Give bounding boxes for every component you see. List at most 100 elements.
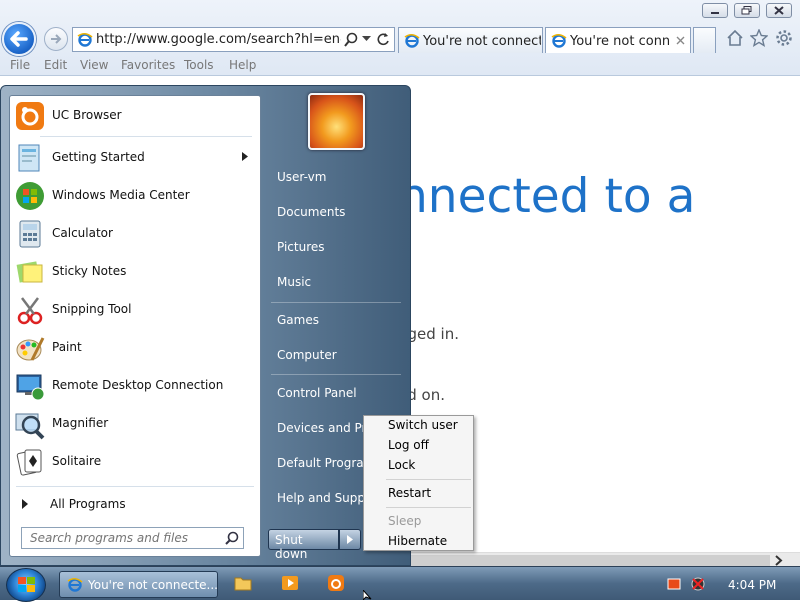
scroll-right-icon[interactable] [774, 555, 784, 566]
menu-item-log-off[interactable]: Log off [388, 438, 429, 452]
right-item-user[interactable]: User-vm [269, 162, 407, 192]
divider [40, 136, 252, 137]
start-menu: UC Browser Getting Started Windows Media… [0, 85, 411, 566]
right-item-music[interactable]: Music [269, 267, 407, 297]
start-search-box[interactable] [21, 527, 244, 549]
program-sticky-notes[interactable]: Sticky Notes [10, 253, 260, 289]
minimize-icon [711, 12, 719, 14]
scrollbar-thumb[interactable] [410, 555, 770, 566]
ie-icon [77, 33, 93, 47]
right-item-label: Computer [277, 348, 337, 362]
new-tab-button[interactable] [693, 27, 716, 53]
programs-panel: UC Browser Getting Started Windows Media… [9, 95, 261, 557]
network-disconnected-icon[interactable] [690, 577, 706, 592]
all-programs-button[interactable]: All Programs [18, 493, 254, 515]
program-solitaire[interactable]: Solitaire [10, 443, 260, 479]
restore-icon [741, 6, 752, 15]
restore-button[interactable] [734, 3, 760, 18]
program-paint[interactable]: Paint [10, 329, 260, 365]
solitaire-icon [16, 449, 42, 476]
menu-favorites[interactable]: Favorites [121, 58, 175, 72]
program-label: Magnifier [52, 416, 109, 430]
minimize-button[interactable] [702, 3, 728, 18]
right-item-devices-printers[interactable]: Devices and Printers [269, 413, 363, 443]
address-bar[interactable]: http://www.google.com/search?hl=en&q=wi [72, 27, 395, 52]
right-item-documents[interactable]: Documents [269, 197, 407, 227]
program-magnifier[interactable]: Magnifier [10, 405, 260, 441]
submenu-arrow-icon [242, 152, 248, 161]
menu-item-lock[interactable]: Lock [388, 458, 415, 472]
shutdown-options-button[interactable] [339, 529, 361, 550]
menu-item-hibernate[interactable]: Hibernate [388, 534, 447, 548]
back-button[interactable] [2, 22, 36, 56]
menu-view[interactable]: View [80, 58, 108, 72]
user-avatar[interactable] [308, 93, 365, 150]
start-button[interactable] [6, 568, 46, 602]
menu-file[interactable]: File [10, 58, 30, 72]
shutdown-button[interactable]: Shut down [268, 529, 339, 561]
favorites-star-icon[interactable] [750, 29, 768, 47]
right-item-computer[interactable]: Computer [269, 340, 407, 370]
program-label: UC Browser [52, 108, 122, 122]
paint-icon [16, 337, 45, 361]
right-item-control-panel[interactable]: Control Panel [269, 378, 407, 408]
close-tab-icon[interactable] [676, 36, 685, 45]
ie-icon [404, 34, 420, 48]
shutdown-label: Shut down [275, 533, 308, 561]
menu-edit[interactable]: Edit [44, 58, 67, 72]
menu-item-switch-user[interactable]: Switch user [388, 418, 458, 432]
search-icon[interactable] [225, 531, 239, 545]
gear-icon[interactable] [775, 29, 793, 47]
menu-bar: File Edit View Favorites Tools Help [0, 56, 800, 74]
taskbar: You're not connecte... 4:04 PM [0, 566, 800, 602]
divider [271, 302, 401, 303]
menu-tools[interactable]: Tools [184, 58, 214, 72]
horizontal-scrollbar[interactable] [410, 552, 800, 567]
right-item-games[interactable]: Games [269, 305, 407, 335]
uc-browser-icon[interactable] [327, 575, 345, 591]
explorer-folder-icon[interactable] [234, 575, 252, 591]
ie-icon [551, 34, 567, 48]
tab-1[interactable]: You're not connecte... [398, 27, 543, 53]
getting-started-icon [18, 144, 40, 172]
right-item-help-support[interactable]: Help and Support [269, 483, 363, 513]
program-windows-media-center[interactable]: Windows Media Center [10, 177, 260, 213]
tab-label: You're not connecte... [423, 34, 541, 49]
mouse-cursor-icon [363, 590, 372, 600]
windows-logo-icon [18, 577, 35, 592]
program-calculator[interactable]: Calculator [10, 215, 260, 251]
menu-item-restart[interactable]: Restart [388, 486, 431, 500]
forward-button[interactable] [44, 27, 68, 51]
close-window-button[interactable] [766, 3, 792, 18]
address-url[interactable]: http://www.google.com/search?hl=en&q=wi [96, 32, 341, 47]
close-icon [774, 6, 784, 15]
menu-help[interactable]: Help [229, 58, 256, 72]
right-item-default-programs[interactable]: Default Programs [269, 448, 363, 478]
clock[interactable]: 4:04 PM [728, 578, 776, 592]
magnifier-icon [15, 413, 45, 440]
program-remote-desktop[interactable]: Remote Desktop Connection [10, 367, 260, 403]
flag-icon[interactable] [667, 578, 681, 590]
right-item-label: User-vm [277, 170, 327, 184]
chevron-down-icon[interactable] [362, 36, 371, 42]
refresh-icon[interactable] [376, 32, 390, 48]
taskbar-ie-window[interactable]: You're not connecte... [59, 571, 218, 598]
program-label: Snipping Tool [52, 302, 132, 316]
tab-2-active[interactable]: You're not conn... [545, 27, 691, 53]
power-options-menu: Switch user Log off Lock Restart Sleep H… [363, 415, 474, 551]
divider [16, 486, 254, 487]
windows-media-center-icon [16, 182, 44, 210]
arrow-right-icon [347, 535, 353, 544]
search-icon[interactable] [344, 32, 358, 48]
right-item-label: Help and Support [277, 491, 363, 505]
home-icon[interactable] [726, 29, 744, 47]
program-label: Calculator [52, 226, 113, 240]
program-uc-browser[interactable]: UC Browser [10, 97, 260, 133]
program-getting-started[interactable]: Getting Started [10, 139, 260, 175]
search-input[interactable] [22, 528, 222, 548]
program-snipping-tool[interactable]: Snipping Tool [10, 291, 260, 327]
media-player-icon[interactable] [281, 575, 299, 591]
arrow-left-icon [10, 31, 28, 47]
right-item-pictures[interactable]: Pictures [269, 232, 407, 262]
divider [271, 374, 401, 375]
